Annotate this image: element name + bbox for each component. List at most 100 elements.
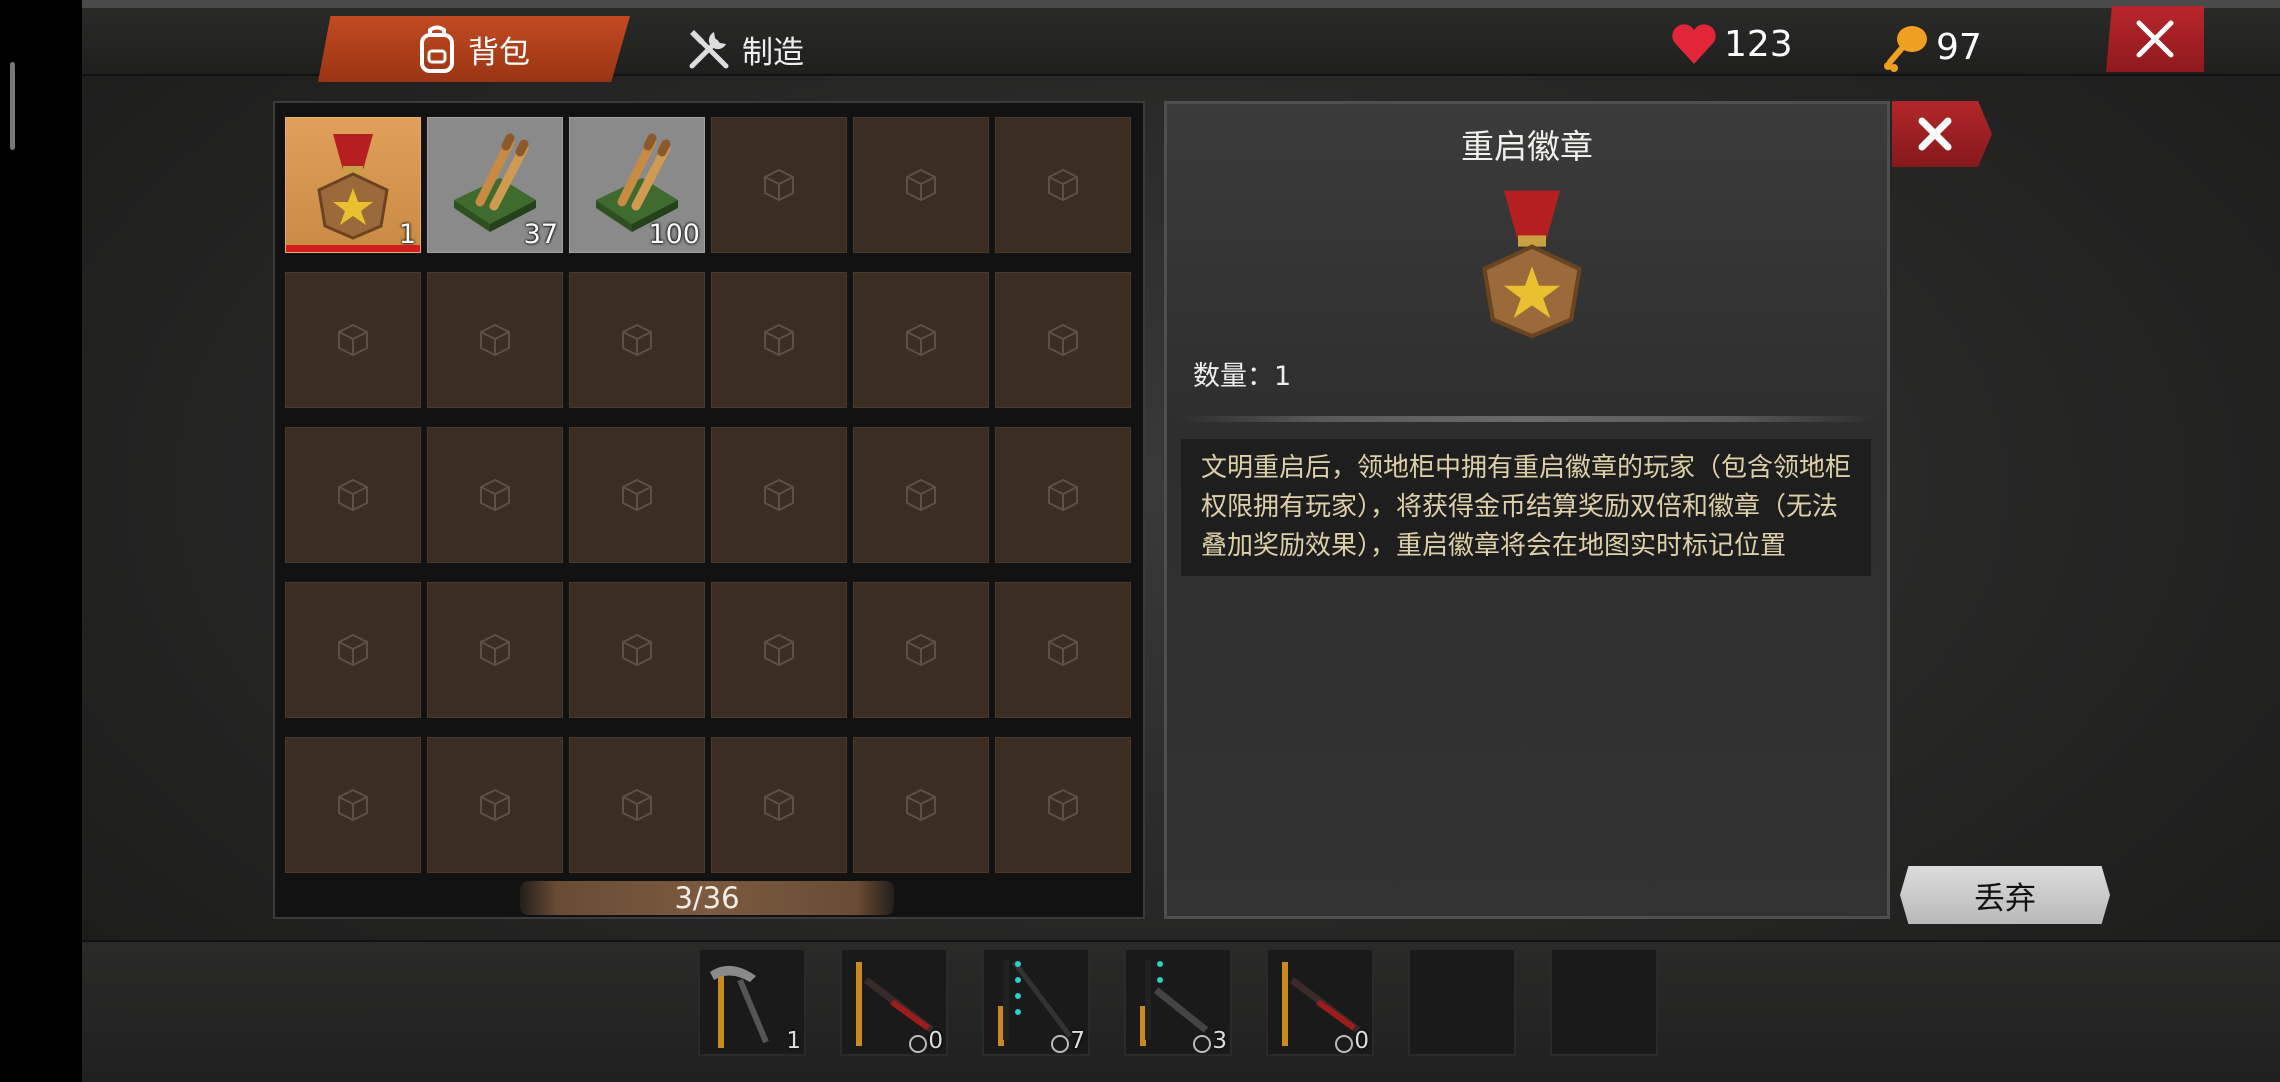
tools-icon xyxy=(689,30,729,69)
empty-slot-icon xyxy=(338,323,368,357)
health-value: 123 xyxy=(1724,23,1793,65)
hotbar-slot-pickaxe[interactable]: 1 xyxy=(698,948,806,1056)
inventory-slot-empty[interactable] xyxy=(427,737,563,873)
hotbar-slot-bow[interactable]: 7 xyxy=(982,948,1090,1056)
inventory-slot-empty[interactable] xyxy=(569,272,705,408)
medal-icon xyxy=(1482,190,1582,339)
top-bar: 背包 制造 123 97 xyxy=(82,0,2280,82)
empty-slot-icon xyxy=(622,478,652,512)
tab-crafting[interactable]: 制造 xyxy=(686,16,804,82)
discard-label: 丢弃 xyxy=(1974,880,2036,917)
empty-slot-icon xyxy=(1048,633,1078,667)
empty-slot-icon xyxy=(906,323,936,357)
inventory-slot-empty[interactable] xyxy=(995,272,1131,408)
hotbar-slot-shotgun[interactable]: 3 xyxy=(1124,948,1232,1056)
inventory-slot-empty[interactable] xyxy=(853,272,989,408)
inventory-grid: 1 37 100 xyxy=(285,117,1131,873)
empty-slot-icon xyxy=(906,168,936,202)
inventory-slot-empty[interactable] xyxy=(711,272,847,408)
inventory-slot-empty[interactable] xyxy=(711,737,847,873)
close-icon xyxy=(2136,20,2174,58)
discard-button[interactable]: 丢弃 xyxy=(1900,866,2110,924)
inventory-slot-empty[interactable] xyxy=(853,737,989,873)
inventory-slot-empty[interactable] xyxy=(853,117,989,253)
hotbar-count: 7 xyxy=(1070,1028,1085,1054)
inventory-slot-ammo[interactable]: 37 xyxy=(427,117,563,253)
divider xyxy=(1181,416,1873,422)
hotbar-count: 3 xyxy=(1212,1028,1227,1054)
inventory-slot-empty[interactable] xyxy=(853,582,989,718)
empty-slot-icon xyxy=(622,323,652,357)
inventory-slot-empty[interactable] xyxy=(427,582,563,718)
empty-slot-icon xyxy=(480,478,510,512)
heart-icon xyxy=(1672,24,1716,65)
empty-slot-icon xyxy=(764,323,794,357)
inventory-slot-empty[interactable] xyxy=(569,427,705,563)
detail-close-button[interactable] xyxy=(1892,101,1992,167)
food-value: 97 xyxy=(1936,26,1982,68)
empty-slot-icon xyxy=(480,323,510,357)
inventory-slot-empty[interactable] xyxy=(711,117,847,253)
empty-slot-icon xyxy=(622,788,652,822)
inventory-slot-empty[interactable] xyxy=(427,272,563,408)
inventory-slot-empty[interactable] xyxy=(285,582,421,718)
inventory-slot-empty[interactable] xyxy=(285,272,421,408)
empty-slot-icon xyxy=(1048,788,1078,822)
hotbar-slot-rifle[interactable]: 0 xyxy=(1266,948,1374,1056)
slot-count: 100 xyxy=(648,219,700,250)
hotbar-slot-rifle[interactable]: 0 xyxy=(840,948,948,1056)
inventory-panel: 1 37 100 3/36 xyxy=(273,101,1145,919)
empty-slot-icon xyxy=(764,633,794,667)
empty-slot-icon xyxy=(480,788,510,822)
tab-crafting-label: 制造 xyxy=(742,34,804,71)
empty-slot-icon xyxy=(338,788,368,822)
inventory-slot-empty[interactable] xyxy=(711,582,847,718)
hotbar-count: 1 xyxy=(786,1028,801,1054)
inventory-slot-empty[interactable] xyxy=(853,427,989,563)
capacity-text: 3/36 xyxy=(674,881,740,915)
inventory-slot-empty[interactable] xyxy=(427,427,563,563)
inventory-slot-empty[interactable] xyxy=(995,737,1131,873)
item-description: 文明重启后，领地柜中拥有重启徽章的玩家（包含领地柜权限拥有玩家），将获得金币结算… xyxy=(1181,439,1871,576)
inventory-slot-empty[interactable] xyxy=(285,737,421,873)
backpack-icon xyxy=(420,25,454,73)
item-title: 重启徽章 xyxy=(1461,127,1593,166)
inventory-slot-empty[interactable] xyxy=(995,582,1131,718)
inventory-slot-empty[interactable] xyxy=(569,582,705,718)
hotbar-count: 0 xyxy=(1354,1028,1369,1054)
drumstick-icon xyxy=(1884,26,1927,72)
empty-slot-icon xyxy=(764,788,794,822)
slot-count: 1 xyxy=(398,219,416,250)
slot-count: 37 xyxy=(523,219,558,250)
food-stat: 97 xyxy=(1882,22,1982,72)
empty-slot-icon xyxy=(338,478,368,512)
empty-slot-icon xyxy=(906,633,936,667)
hotbar-slot-empty[interactable] xyxy=(1408,948,1516,1056)
empty-slot-icon xyxy=(1048,168,1078,202)
empty-slot-icon xyxy=(338,633,368,667)
empty-slot-icon xyxy=(764,168,794,202)
hotbar-slot-empty[interactable] xyxy=(1550,948,1658,1056)
capacity-bar: 3/36 xyxy=(520,881,894,915)
empty-slot-icon xyxy=(906,478,936,512)
health-stat: 123 xyxy=(1670,22,1793,66)
close-icon xyxy=(1918,117,1952,151)
inventory-slot-empty[interactable] xyxy=(285,427,421,563)
empty-slot-icon xyxy=(622,633,652,667)
item-quantity: 数量：1 xyxy=(1193,361,1292,392)
tab-backpack-label: 背包 xyxy=(468,34,530,71)
empty-slot-icon xyxy=(1048,478,1078,512)
inventory-slot-empty[interactable] xyxy=(711,427,847,563)
inventory-slot-empty[interactable] xyxy=(995,427,1131,563)
empty-slot-icon xyxy=(1048,323,1078,357)
tab-backpack[interactable]: 背包 xyxy=(318,16,630,82)
side-handle[interactable] xyxy=(10,62,15,150)
inventory-slot-empty[interactable] xyxy=(995,117,1131,253)
inventory-slot-medal[interactable]: 1 xyxy=(285,117,421,253)
empty-slot-icon xyxy=(906,788,936,822)
empty-slot-icon xyxy=(764,478,794,512)
top-close-button[interactable] xyxy=(2106,6,2204,72)
inventory-slot-ammo[interactable]: 100 xyxy=(569,117,705,253)
empty-slot-icon xyxy=(480,633,510,667)
inventory-slot-empty[interactable] xyxy=(569,737,705,873)
